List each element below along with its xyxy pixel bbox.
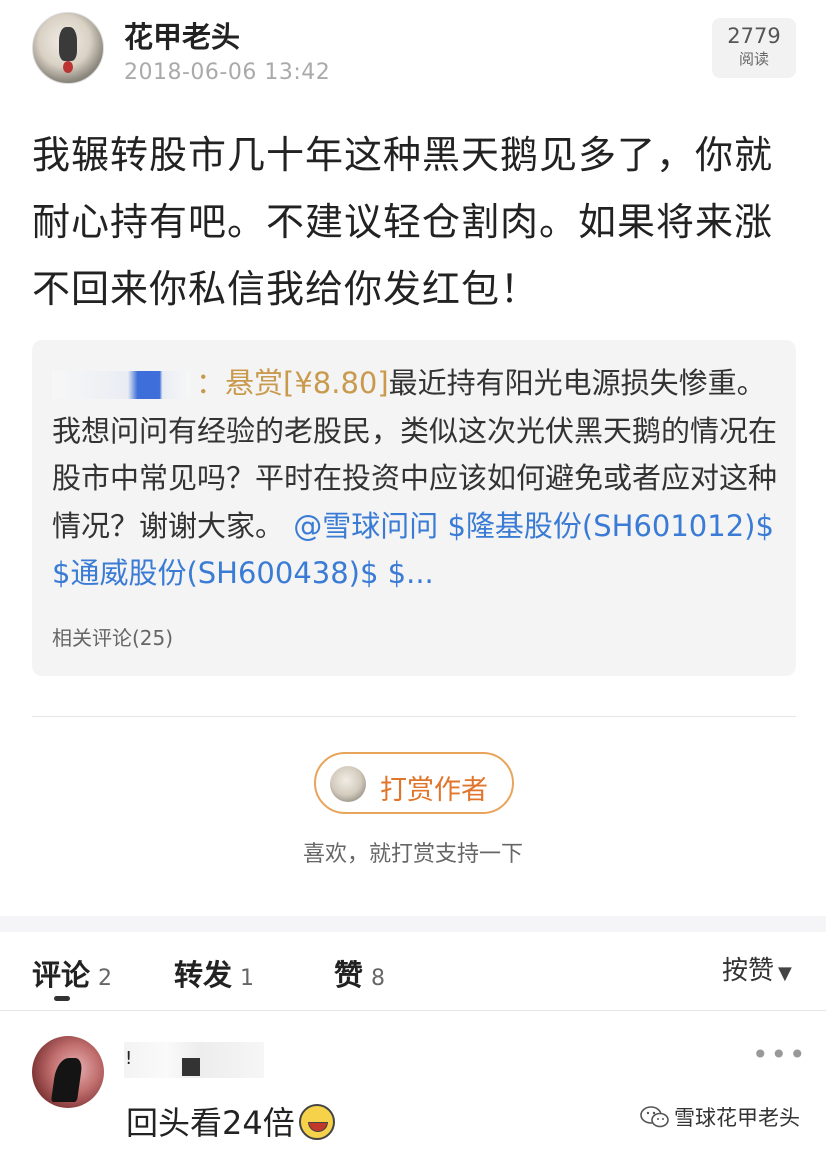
related-comments-link[interactable]: 相关评论(25): [52, 622, 173, 651]
sort-label: 按赞: [722, 956, 775, 986]
active-tab-indicator: [54, 996, 70, 1001]
section-separator: [0, 916, 826, 932]
tab-comments-count: 2: [98, 966, 113, 991]
wechat-icon: [640, 1106, 669, 1128]
tab-reposts-count: 1: [240, 966, 255, 991]
tab-reposts-label: 转发: [174, 958, 233, 992]
quoted-post-card[interactable]: ：悬赏[¥8.80]最近持有阳光电源损失惨重。我想问问有经验的老股民，类似这次光…: [32, 340, 796, 676]
sort-dropdown[interactable]: 按赞 ▼: [722, 950, 792, 987]
reward-subtitle: 喜欢，就打赏支持一下: [302, 842, 523, 867]
tab-reposts[interactable]: 转发 1: [174, 952, 254, 994]
reward-avatar: [330, 766, 366, 802]
watermark: 雪球花甲老头: [640, 1102, 800, 1132]
author-name[interactable]: 花甲老头: [124, 14, 240, 56]
redacted-commenter-name[interactable]: ǃ: [124, 1042, 264, 1078]
avatar-art: [50, 1058, 84, 1102]
reward-amount: 悬赏[¥8.80]: [225, 366, 389, 400]
redacted-fragment: ǃ: [126, 1048, 132, 1069]
watermark-text: 雪球花甲老头: [674, 1106, 800, 1130]
reward-author-button[interactable]: 打赏作者: [314, 752, 514, 814]
mention-link[interactable]: @雪球问问: [293, 509, 438, 543]
read-count-badge: 2779 阅读: [712, 18, 796, 78]
quoted-post-text: ：悬赏[¥8.80]最近持有阳光电源损失惨重。我想问问有经验的老股民，类似这次光…: [52, 360, 782, 598]
tab-likes-count: 8: [371, 966, 386, 991]
read-count: 2779: [727, 24, 781, 48]
quote-separator: ：: [196, 366, 226, 400]
more-options-icon[interactable]: •••: [752, 1038, 808, 1071]
avatar-art-accent: [63, 61, 73, 73]
post-timestamp: 2018-06-06 13:42: [124, 60, 331, 85]
comment-text: 回头看24倍: [126, 1098, 335, 1144]
avatar-art: [59, 27, 77, 61]
tab-comments[interactable]: 评论 2: [32, 952, 112, 994]
redacted-fragment: [182, 1058, 200, 1076]
post-text: 我辗转股市几十年这种黑天鹅见多了，你就耐心持有吧。不建议轻仓割肉。如果将来涨不回…: [32, 133, 774, 311]
tab-likes[interactable]: 赞8: [334, 952, 385, 994]
redacted-username: [52, 371, 190, 399]
commenter-avatar[interactable]: [32, 1036, 104, 1108]
tab-likes-label: 赞: [334, 958, 364, 992]
reward-button-label: 打赏作者: [380, 775, 488, 806]
divider: [0, 1010, 826, 1011]
divider: [32, 716, 796, 717]
comment-body: 回头看24倍: [126, 1104, 295, 1142]
tab-comments-label: 评论: [32, 958, 91, 992]
read-label: 阅读: [738, 50, 769, 68]
caret-down-icon: ▼: [778, 963, 792, 984]
author-avatar[interactable]: [32, 12, 104, 84]
laughing-emoji-icon: [298, 1104, 335, 1140]
